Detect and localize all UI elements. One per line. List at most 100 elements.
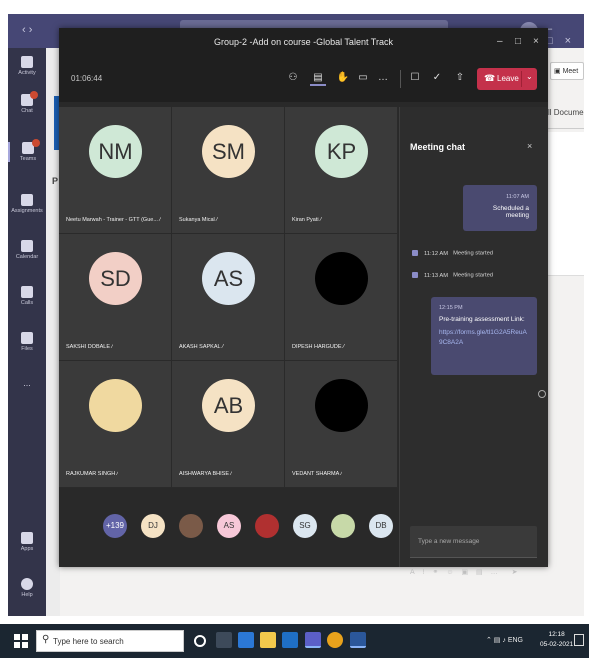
participant-tile[interactable]: SD SAKSHI DOBALE ⁄	[59, 234, 172, 361]
roster-avatar[interactable]: DB	[369, 514, 393, 538]
mail-icon[interactable]	[282, 632, 298, 648]
roster-avatar[interactable]: SG	[293, 514, 317, 538]
roster-avatar[interactable]: AS	[217, 514, 241, 538]
windows-start-icon[interactable]	[14, 634, 28, 648]
documents-tab[interactable]: ll Documents	[548, 108, 584, 117]
participant-avatar	[315, 379, 368, 432]
gif-icon[interactable]: ▣	[461, 568, 468, 576]
participant-tile[interactable]: NM Neetu Marwah - Trainer - GTT (Gue... ⁄	[59, 107, 172, 234]
app-rail: Activity Chat Teams Assignments Calendar…	[8, 48, 46, 616]
participant-tile[interactable]: VEDANT SHARMA ⁄	[285, 361, 398, 488]
participant-avatar: AB	[202, 379, 255, 432]
unread-badge	[32, 139, 40, 147]
system-event: 11:12 AM Meeting started	[412, 250, 493, 257]
mic-muted-icon: ⁄	[320, 217, 322, 223]
minimize-icon[interactable]: –	[497, 36, 503, 47]
roster-avatar[interactable]	[255, 514, 279, 538]
rail-chat[interactable]: Chat	[8, 91, 46, 114]
seen-icon	[538, 390, 546, 398]
taskbar-search[interactable]: ⚲	[36, 630, 184, 652]
format-icon[interactable]: A	[410, 569, 415, 576]
compose-box	[410, 526, 537, 558]
assessment-link[interactable]: https://forms.gle/tl1G2A5ReuA9C8A2A	[439, 328, 529, 348]
rail-more[interactable]: ...	[8, 378, 46, 388]
participant-tile[interactable]: RAJKUMAR SINGH ⁄	[59, 361, 172, 488]
participant-avatar: SM	[202, 125, 255, 178]
rail-apps[interactable]: Apps	[8, 532, 46, 552]
participant-avatar: SD	[89, 252, 142, 305]
raise-hand-icon[interactable]: ✋	[335, 70, 351, 86]
send-icon[interactable]: ➤	[512, 568, 518, 576]
chat-message: 12:15 PM Pre-training assessment Link: h…	[431, 297, 537, 375]
participant-avatar: NM	[89, 125, 142, 178]
camera-off-icon[interactable]: ☐	[407, 70, 423, 86]
participant-name: RAJKUMAR SINGH ⁄	[66, 471, 118, 477]
more-participants-badge[interactable]: +139	[103, 514, 127, 538]
participant-name-text: AISHWARYA BHISE	[179, 471, 230, 477]
rail-calendar[interactable]: Calendar	[8, 240, 46, 260]
participant-tile[interactable]: DIPESH HARGUDE ⁄	[285, 234, 398, 361]
attach-icon[interactable]: ⚭	[433, 568, 439, 576]
mic-muted-icon: ⁄	[231, 471, 233, 477]
maximize-icon[interactable]: □	[515, 36, 521, 47]
rail-teams[interactable]: Teams	[8, 139, 46, 162]
meeting-chat-panel: Meeting chat × 11:07 AM Scheduled a meet…	[399, 107, 548, 576]
activity-icon	[21, 56, 33, 68]
teams-taskbar-icon[interactable]	[305, 632, 321, 648]
help-icon	[21, 578, 33, 590]
participant-avatar	[315, 252, 368, 305]
cortana-icon[interactable]	[194, 635, 206, 647]
roster-avatar[interactable]	[179, 514, 203, 538]
important-icon[interactable]: !	[423, 569, 425, 576]
rail-files[interactable]: Files	[8, 332, 46, 352]
leave-divider	[521, 71, 522, 87]
back-forward-icon[interactable]: ‹ ›	[22, 24, 32, 36]
system-tray[interactable]: ⌃ ▤ ♪ ENG	[486, 636, 523, 644]
participant-name: Kiran Pyati ⁄	[292, 217, 322, 223]
window-controls[interactable]: –□×	[546, 23, 584, 47]
chat-icon[interactable]: ▤	[310, 70, 326, 86]
share-screen-icon[interactable]: ⇧	[452, 70, 468, 86]
task-view-icon[interactable]	[216, 632, 232, 648]
taskbar-search-input[interactable]	[53, 633, 181, 649]
edge-icon[interactable]	[238, 632, 254, 648]
sticker-icon[interactable]: ▤	[476, 568, 483, 576]
file-explorer-icon[interactable]	[260, 632, 276, 648]
emoji-icon[interactable]: ☺	[446, 569, 453, 576]
rooms-icon[interactable]: ▭	[355, 70, 371, 86]
notification-icon[interactable]	[574, 634, 584, 646]
rail-activity[interactable]: Activity	[8, 56, 46, 76]
chrome-icon[interactable]	[327, 632, 343, 648]
participant-name: VEDANT SHARMA ⁄	[292, 471, 342, 477]
unread-badge	[30, 91, 38, 99]
participant-tile[interactable]: SM Sukanya Mical ⁄	[172, 107, 285, 234]
roster-avatar[interactable]	[331, 514, 355, 538]
participant-tile[interactable]: AB AISHWARYA BHISE ⁄	[172, 361, 285, 488]
close-icon[interactable]: ×	[527, 141, 532, 151]
chevron-down-icon[interactable]: ⌄	[526, 72, 533, 81]
participants-icon[interactable]: ⚇	[285, 70, 301, 86]
rail-help[interactable]: Help	[8, 578, 46, 598]
apps-icon	[21, 532, 33, 544]
close-icon[interactable]: ×	[533, 36, 539, 47]
participant-tile[interactable]: AS AKASH SAPKAL ⁄	[172, 234, 285, 361]
leave-button[interactable]: ☎ Leave ⌄	[477, 68, 537, 90]
more-options-icon[interactable]: …	[491, 569, 498, 576]
mic-muted-icon: ⁄	[216, 217, 218, 223]
roster-avatar[interactable]: DJ	[141, 514, 165, 538]
meet-button[interactable]: ▣ Meet	[550, 62, 584, 80]
more-actions-icon[interactable]: …	[375, 70, 391, 86]
participant-tile[interactable]: KP Kiran Pyati ⁄	[285, 107, 398, 234]
participant-name: Neetu Marwah - Trainer - GTT (Gue... ⁄	[66, 217, 161, 223]
rail-calls[interactable]: Calls	[8, 286, 46, 306]
chat-title: Meeting chat	[410, 142, 466, 152]
taskbar-clock[interactable]: 12:18 05-02-2021	[540, 630, 573, 650]
message-input[interactable]	[410, 526, 537, 558]
meeting-titlebar: Group-2 -Add on course -Global Talent Tr…	[59, 28, 548, 58]
windows-taskbar: ⚲ ⌃ ▤ ♪ ENG 12:18 05-02-2021	[0, 624, 589, 658]
mic-off-icon[interactable]: ✓	[429, 70, 445, 86]
rail-assignments[interactable]: Assignments	[8, 194, 46, 214]
mic-muted-icon: ⁄	[117, 471, 119, 477]
assignments-icon	[21, 194, 33, 206]
word-icon[interactable]	[350, 632, 366, 648]
